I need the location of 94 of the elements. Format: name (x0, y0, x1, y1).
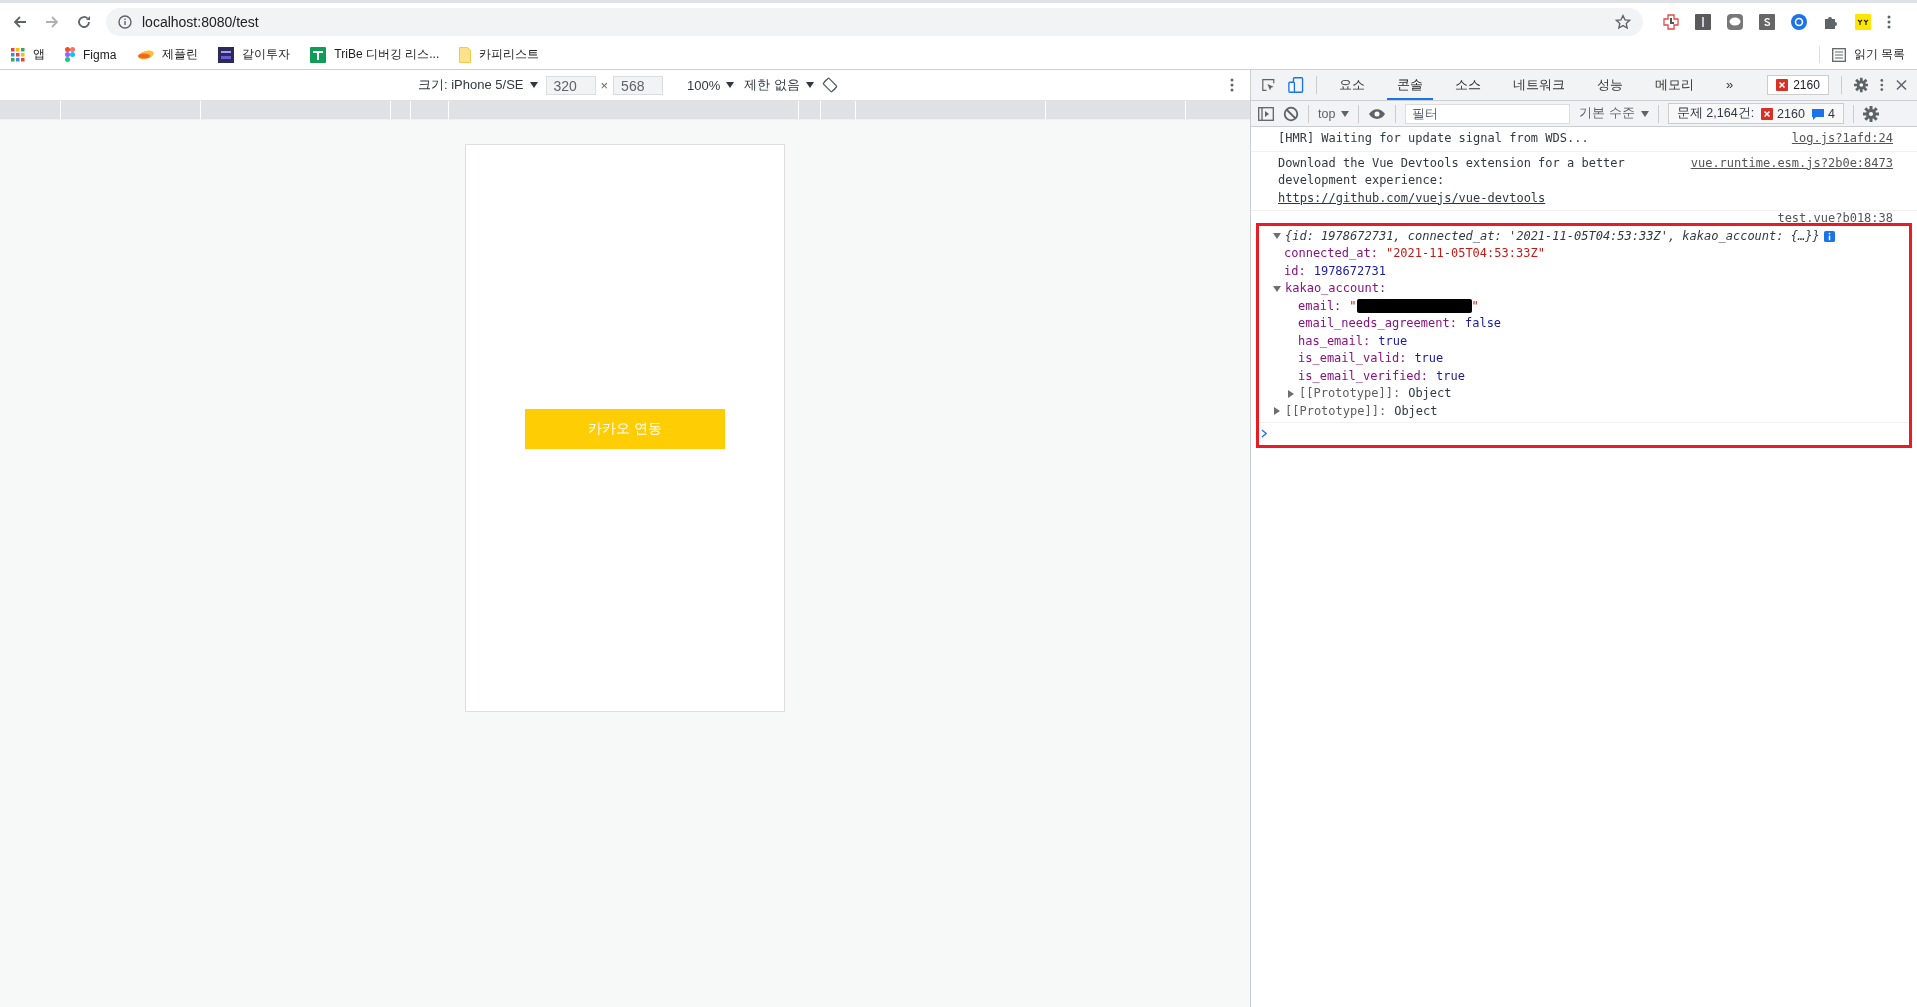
caret-icon (529, 82, 538, 88)
property-value: false (1464, 315, 1502, 332)
menu-icon[interactable] (1880, 77, 1885, 93)
app-tile-icon (218, 46, 235, 63)
menu-icon[interactable] (1887, 13, 1891, 30)
times-sign: × (600, 77, 609, 93)
sheet-icon (310, 46, 327, 63)
caret-icon (1640, 110, 1649, 117)
prompt-icon[interactable] (1261, 428, 1268, 438)
property-key: is_email_valid: (1298, 350, 1407, 368)
property-value: Object (1408, 385, 1452, 402)
devtools-tab[interactable]: 소스 (1444, 70, 1491, 100)
info-icon[interactable] (1823, 230, 1835, 242)
property-value: true (1378, 332, 1408, 350)
info-icon[interactable] (118, 14, 132, 29)
inspect-icon[interactable] (1261, 77, 1276, 93)
property-value: true (1414, 350, 1444, 367)
property-key: [[Prototype]]: (1299, 385, 1401, 403)
throttle-dropdown[interactable]: 제한 없음 (744, 76, 814, 94)
zeplin-icon (136, 48, 155, 61)
bookmark[interactable]: TriBe 디버깅 리스... (310, 46, 440, 63)
property-value: "2021-11-05T04:53:33Z" (1385, 245, 1545, 262)
bookmark[interactable]: Figma (65, 47, 117, 62)
expand-toggle-icon[interactable] (1273, 232, 1281, 241)
log-message: Download the Vue Devtools extension for a better development experience: (1278, 154, 1626, 189)
extension-icon[interactable] (1663, 13, 1679, 30)
more-icon[interactable] (1230, 77, 1234, 93)
extension-icon[interactable] (1695, 13, 1711, 30)
filter-field[interactable]: 필터 (1405, 103, 1571, 124)
reading-list-link[interactable]: 읽기 목록 (1853, 46, 1905, 63)
apps-icon (11, 47, 25, 62)
bookmark[interactable]: 앱 (11, 46, 45, 63)
property-key: id: (1284, 262, 1306, 280)
property-key: email: (1298, 297, 1342, 315)
bookmark[interactable]: 같이투자 (218, 46, 291, 63)
expand-toggle-icon[interactable] (1273, 284, 1281, 293)
message-icon (1811, 107, 1824, 120)
property-key: [[Prototype]]: (1285, 402, 1387, 420)
error-icon (1776, 79, 1789, 91)
log-level-dropdown[interactable]: 기본 수준 (1579, 105, 1649, 122)
property-key: kakao_account: (1285, 280, 1387, 298)
devtools-tab[interactable]: 메모리 (1644, 70, 1704, 100)
document-icon (459, 46, 472, 63)
issues-button[interactable]: 문제 2,164건: 2160 4 (1667, 103, 1844, 124)
property-value: true (1436, 367, 1465, 385)
reload-icon[interactable] (76, 13, 92, 30)
context-dropdown[interactable]: top (1318, 106, 1350, 121)
devtools-tab[interactable]: 요소 (1328, 70, 1375, 100)
address-bar[interactable]: localhost:8080/test (106, 7, 1643, 36)
property-value: " (1349, 297, 1357, 315)
bookmark[interactable]: 카피리스트 (459, 46, 540, 63)
property-key: is_email_verified: (1298, 367, 1429, 385)
close-icon[interactable] (1896, 79, 1907, 91)
url-text: localhost:8080/test (142, 13, 259, 30)
reading-list-icon[interactable] (1831, 47, 1846, 62)
sidebar-toggle-icon[interactable] (1258, 105, 1274, 122)
rotate-icon[interactable] (821, 77, 838, 93)
eye-icon[interactable] (1368, 107, 1387, 120)
settings-icon[interactable] (1853, 77, 1869, 93)
url-link[interactable]: https://github.com/vuejs/vue-devtools (1278, 189, 1638, 207)
object-summary: {id: 1978672731, connected_at: '2021-11-05T04:53:33Z', kakao_account: {…}} (1285, 227, 1820, 245)
property-key: email_needs_agreement: (1298, 315, 1457, 333)
source-link[interactable]: vue.runtime.esm.js?2b0e:8473 (1690, 154, 1893, 207)
device-dropdown[interactable]: 크기: iPhone 5/SE (418, 76, 538, 94)
device-toggle-icon[interactable] (1287, 76, 1304, 94)
property-key: connected_at: (1284, 245, 1378, 263)
property-value: Object (1394, 402, 1438, 420)
settings-icon[interactable] (1862, 105, 1879, 122)
property-value: 1978672731 (1313, 262, 1386, 280)
caret-icon (805, 82, 814, 88)
devtools-tab[interactable]: 성능 (1586, 70, 1633, 100)
zoom-dropdown[interactable]: 100% (687, 77, 735, 93)
log-message: [HMR] Waiting for update signal from WDS... (1278, 130, 1590, 147)
figma-icon (65, 47, 75, 62)
bookmark[interactable]: 제플린 (136, 46, 199, 63)
width-field[interactable]: 320 (545, 75, 596, 95)
back-icon[interactable] (12, 13, 28, 30)
caret-icon (1341, 110, 1350, 117)
caret-icon (726, 82, 735, 88)
source-link[interactable]: log.js?1afd:24 (1791, 130, 1893, 148)
expand-toggle-icon[interactable] (1273, 407, 1281, 416)
quote-mark: " (1471, 297, 1479, 315)
height-field[interactable]: 568 (613, 75, 664, 95)
more-tabs[interactable]: » (1715, 70, 1744, 100)
property-key: has_email: (1298, 332, 1371, 350)
chat-icon[interactable] (1727, 13, 1743, 30)
extension-icon[interactable] (1855, 13, 1871, 30)
error-count-badge[interactable]: 2160 (1767, 75, 1829, 95)
clear-icon[interactable] (1283, 105, 1299, 122)
devtools-tab[interactable]: 네트워크 (1502, 70, 1575, 100)
star-icon[interactable] (1615, 13, 1631, 30)
expand-toggle-icon[interactable] (1287, 389, 1295, 398)
source-link[interactable]: test.vue?b018:38 (1777, 210, 1893, 228)
error-icon (1761, 107, 1774, 120)
